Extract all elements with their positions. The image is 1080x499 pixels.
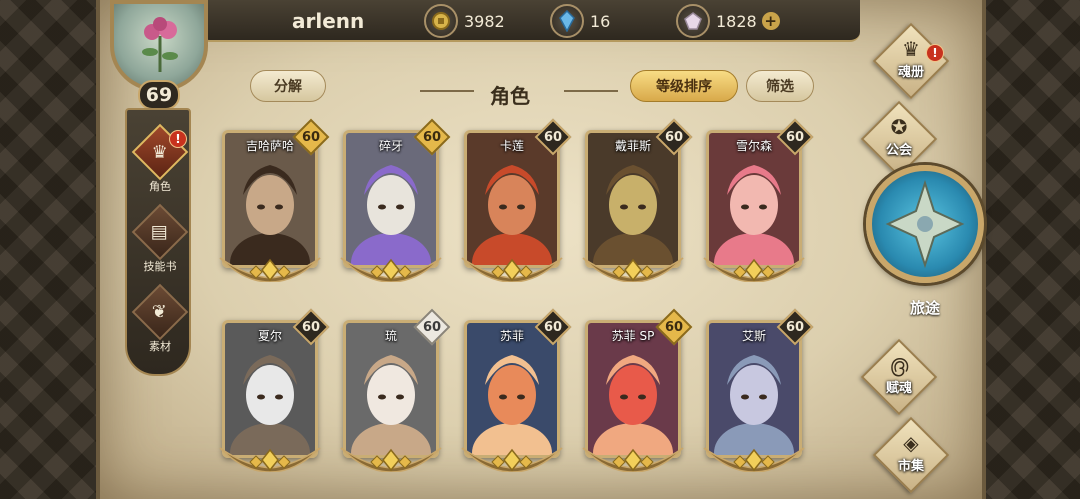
- character-card[interactable]: 夏尔 60: [216, 308, 330, 472]
- rank-wings-icon: [703, 447, 805, 472]
- character-level: 60: [664, 319, 684, 335]
- character-level: 60: [785, 129, 805, 145]
- nav-soulbook[interactable]: ♛ 魂册 !: [872, 22, 950, 100]
- crystal-icon: [550, 4, 584, 38]
- nav-label: 魂册: [897, 64, 924, 80]
- ensoul-icon: ൫: [889, 352, 909, 377]
- character-card[interactable]: 吉哈萨哈 60: [216, 118, 330, 282]
- card-frame: 吉哈萨哈: [222, 130, 318, 268]
- card-frame: 卡莲: [464, 130, 560, 268]
- character-level: 60: [422, 129, 442, 145]
- character-level: 60: [543, 129, 563, 145]
- nav-market[interactable]: ◈ 市集: [872, 416, 950, 494]
- rank-wings-icon: [703, 257, 805, 282]
- filter-button[interactable]: 筛选: [746, 70, 814, 102]
- flower-icon: [142, 17, 178, 72]
- rank-wings-icon: [461, 447, 563, 472]
- side-item-label: 技能书: [143, 260, 177, 273]
- side-item-character[interactable]: ♛ 角色 !: [127, 123, 193, 198]
- character-level: 60: [301, 319, 321, 335]
- rank-wings-icon: [461, 257, 563, 282]
- character-card[interactable]: 琉 60: [337, 308, 451, 472]
- card-frame: 苏菲 SP: [585, 320, 681, 458]
- character-level: 60: [301, 129, 321, 145]
- sort-by-level-button[interactable]: 等级排序: [630, 70, 738, 102]
- gem-value: 1828: [716, 11, 757, 31]
- nav-ensoul[interactable]: ൫ 赋魂: [860, 338, 938, 416]
- coin-value: 3982: [464, 11, 505, 31]
- player-avatar-block[interactable]: 69: [100, 0, 218, 112]
- card-frame: 戴菲斯: [585, 130, 681, 268]
- nav-label: 公会: [885, 142, 912, 158]
- card-frame: 碎牙: [343, 130, 439, 268]
- card-frame: 琉: [343, 320, 439, 458]
- character-card[interactable]: 戴菲斯 60: [579, 118, 693, 282]
- rank-wings-icon: [219, 447, 321, 472]
- alert-badge: !: [169, 130, 187, 148]
- guild-icon: ✪: [890, 114, 908, 139]
- character-card[interactable]: 雪尔森 60: [700, 118, 814, 282]
- coin-icon: [424, 4, 458, 38]
- rank-wings-icon: [582, 257, 684, 282]
- nav-label: 赋魂: [885, 380, 912, 396]
- nav-journey[interactable]: 旅途: [866, 165, 984, 317]
- soulbook-icon: ♛: [902, 36, 920, 61]
- top-status-bar: arlenn 3982 16 1828 +: [200, 0, 860, 42]
- character-level: 60: [422, 319, 442, 335]
- rank-wings-icon: [340, 257, 442, 282]
- avatar[interactable]: [110, 0, 208, 92]
- side-item-label: 素材: [149, 340, 171, 353]
- skillbook-icon: ▤: [131, 203, 189, 261]
- nav-label: 旅途: [909, 299, 940, 317]
- gem-counter[interactable]: 1828 +: [676, 4, 780, 38]
- character-card[interactable]: 碎牙 60: [337, 118, 451, 282]
- add-gem-button[interactable]: +: [761, 12, 780, 30]
- player-level-badge: 69: [138, 80, 180, 110]
- character-card[interactable]: 苏菲 60: [458, 308, 572, 472]
- character-card[interactable]: 卡莲 60: [458, 118, 572, 282]
- market-icon: ◈: [903, 430, 919, 455]
- journey-icon: [866, 165, 984, 283]
- card-frame: 苏菲: [464, 320, 560, 458]
- crystal-counter[interactable]: 16: [550, 4, 610, 38]
- character-card[interactable]: 艾斯 60: [700, 308, 814, 472]
- material-icon: ❦: [131, 283, 189, 341]
- coin-counter[interactable]: 3982: [424, 4, 505, 38]
- side-item-label: 角色: [149, 180, 171, 193]
- card-frame: 艾斯: [706, 320, 802, 458]
- character-level: 60: [543, 319, 563, 335]
- character-card[interactable]: 苏菲 SP 60: [579, 308, 693, 472]
- page-title: 角色: [490, 84, 530, 108]
- side-item-material[interactable]: ❦ 素材: [127, 283, 193, 358]
- side-menu: ♛ 角色 ! ▤ 技能书 ❦ 素材: [125, 108, 191, 376]
- rank-wings-icon: [340, 447, 442, 472]
- character-level: 60: [785, 319, 805, 335]
- rank-wings-icon: [582, 447, 684, 472]
- nav-label: 市集: [897, 458, 924, 474]
- title-ornament-right: [564, 90, 618, 92]
- player-name: arlenn: [292, 9, 365, 33]
- card-frame: 夏尔: [222, 320, 318, 458]
- character-level: 60: [664, 129, 684, 145]
- card-frame: 雪尔森: [706, 130, 802, 268]
- alert-badge: !: [926, 44, 944, 62]
- decompose-button[interactable]: 分解: [250, 70, 326, 102]
- rank-wings-icon: [219, 257, 321, 282]
- side-item-skillbook[interactable]: ▤ 技能书: [127, 203, 193, 278]
- gem-icon: [676, 4, 710, 38]
- crystal-value: 16: [590, 11, 611, 31]
